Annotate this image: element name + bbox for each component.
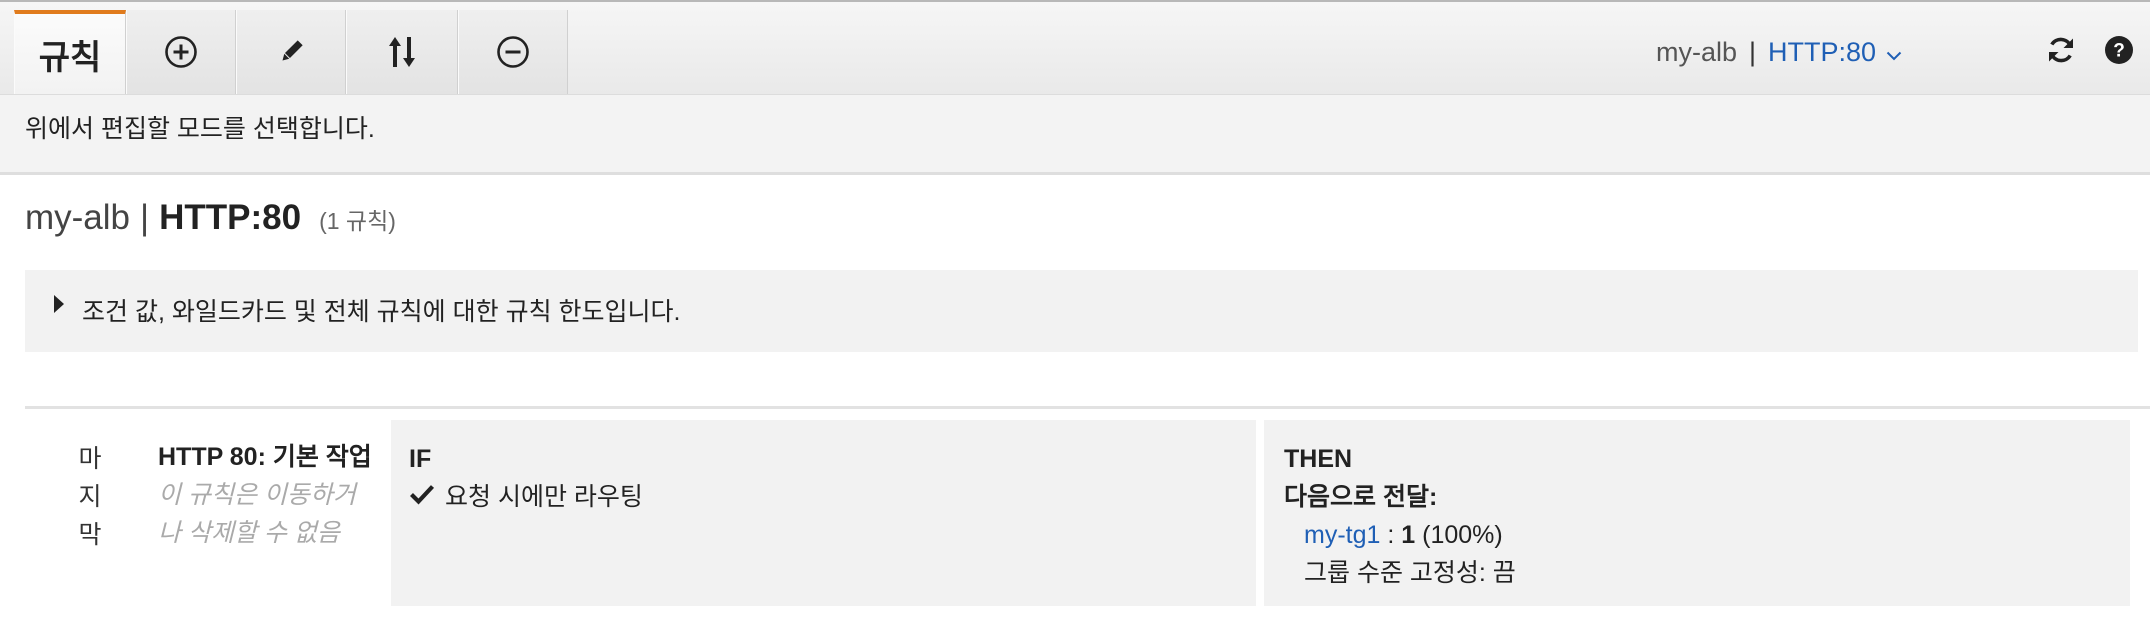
add-icon (164, 35, 198, 69)
title-separator: | (140, 198, 150, 237)
condition-text: 요청 시에만 라우팅 (445, 483, 643, 511)
reorder-icon (387, 35, 417, 69)
forward-label: 다음으로 전달: (1284, 483, 1438, 511)
rule-position-char: 지 (78, 483, 102, 511)
tab-rules-label: 규칙 (38, 38, 102, 77)
rule-name-cell: HTTP 80: 기본 작업 이 규칙은 이동하거나 삭제할 수 없음 (158, 438, 373, 552)
check-icon (409, 478, 445, 516)
target-group-link[interactable]: my-tg1 (1304, 521, 1380, 549)
rule-limits-text: 조건 값, 와일드카드 및 전체 규칙에 대한 규칙 한도입니다. (82, 298, 681, 326)
reorder-rules-button[interactable] (346, 10, 458, 94)
help-icon[interactable]: ? (2104, 35, 2134, 70)
refresh-icon[interactable] (2046, 35, 2076, 70)
listener-selector-value: HTTP:80 (1768, 36, 1877, 67)
rule-position-char: 마 (78, 445, 102, 473)
then-panel: THEN 다음으로 전달: my-tg1 : 1 (100%) 그룹 수준 고정… (1264, 420, 2130, 606)
title-load-balancer: my-alb (25, 198, 131, 237)
title-listener: HTTP:80 (159, 198, 302, 237)
caret-right-icon (53, 294, 65, 319)
tab-rules[interactable]: 규칙 (14, 10, 126, 94)
divider (25, 406, 2150, 409)
add-rule-button[interactable] (126, 10, 236, 94)
remove-icon (496, 35, 530, 69)
listener-selector-lb: my-alb (1656, 36, 1738, 67)
svg-text:?: ? (2113, 41, 2125, 62)
rule-note: 이 규칙은 이동하거나 삭제할 수 없음 (158, 481, 356, 547)
target-group-colon: : (1387, 521, 1395, 549)
stickiness-text: 그룹 수준 고정성: 끔 (1304, 559, 1516, 587)
chevron-down-icon (1886, 37, 1902, 68)
if-title: IF (409, 445, 432, 473)
edit-rules-button[interactable] (236, 10, 346, 94)
listener-selector[interactable]: my-alb | HTTP:80 (1656, 30, 1902, 74)
delete-rules-button[interactable] (458, 10, 568, 94)
listener-selector-sep: | (1749, 36, 1757, 67)
then-title: THEN (1284, 445, 1353, 473)
if-panel: IF 요청 시에만 라우팅 (391, 420, 1256, 606)
toolbar: 규칙 my-alb | HTTP:80 ? (0, 2, 2150, 95)
rule-title: HTTP 80: 기본 작업 (158, 443, 372, 471)
target-group-row: my-tg1 : 1 (100%) (1284, 516, 2110, 554)
target-group-weight: 1 (1401, 521, 1416, 549)
mode-hint-bar: 위에서 편집할 모드를 선택합니다. (0, 95, 2150, 175)
rule-limits-expander[interactable]: 조건 값, 와일드카드 및 전체 규칙에 대한 규칙 한도입니다. (25, 270, 2138, 352)
page-title: my-alb | HTTP:80 (1 규칙) (25, 198, 396, 238)
rule-count: (1 규칙) (319, 208, 396, 234)
rule-position-char: 막 (78, 521, 102, 549)
condition-row: 요청 시에만 라우팅 (409, 478, 1238, 516)
target-group-percent: (100%) (1422, 521, 1503, 549)
pencil-icon (277, 38, 305, 66)
mode-hint-text: 위에서 편집할 모드를 선택합니다. (25, 115, 375, 143)
rule-position: 마 지 막 (65, 440, 115, 554)
